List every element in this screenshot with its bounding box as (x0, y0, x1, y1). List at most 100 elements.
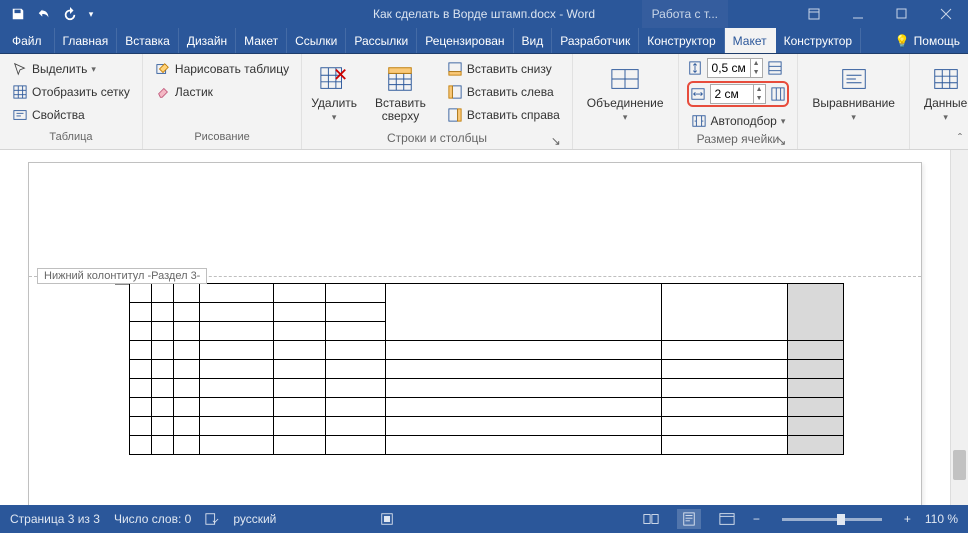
insert-right-icon (447, 107, 463, 123)
insert-right-button[interactable]: Вставить справа (443, 104, 564, 126)
bulb-icon: 💡 (895, 34, 910, 48)
maximize-button[interactable] (880, 0, 924, 28)
row-height-spinner[interactable]: ▲▼ (707, 58, 763, 78)
redo-button[interactable] (58, 2, 82, 26)
close-button[interactable] (924, 0, 968, 28)
up-arrow-icon[interactable]: ▲ (754, 85, 765, 94)
merge-icon (609, 63, 641, 95)
status-bar: Страница 3 из 3 Число слов: 0 русский − … (0, 505, 968, 533)
vertical-scrollbar[interactable] (950, 150, 968, 505)
merge-button[interactable]: Объединение (581, 58, 670, 128)
insert-below-icon (447, 61, 463, 77)
ribbon-tabs: Файл Главная Вставка Дизайн Макет Ссылки… (0, 28, 968, 54)
group-merge-label (581, 131, 670, 147)
tab-constructor2[interactable]: Конструктор (776, 28, 861, 53)
language-indicator[interactable]: русский (233, 512, 276, 526)
group-draw-label: Рисование (151, 131, 293, 147)
eraser-button[interactable]: Ластик (151, 81, 293, 103)
collapse-ribbon-button[interactable]: ˆ (958, 131, 962, 145)
distribute-rows-icon[interactable] (767, 60, 783, 76)
zoom-slider[interactable] (782, 518, 882, 521)
insert-left-label: Вставить слева (467, 85, 554, 99)
ribbon-options-button[interactable] (792, 0, 836, 28)
tab-developer[interactable]: Разработчик (552, 28, 639, 53)
distribute-columns-icon[interactable] (770, 86, 786, 102)
properties-button[interactable]: Свойства (8, 104, 134, 126)
down-arrow-icon[interactable]: ▼ (754, 94, 765, 103)
tab-design[interactable]: Дизайн (179, 28, 236, 53)
group-alignment-label (806, 131, 901, 147)
print-layout-button[interactable] (677, 509, 701, 529)
zoom-slider-knob[interactable] (837, 514, 845, 525)
insert-above-button[interactable]: Вставить сверху (364, 58, 437, 128)
select-button[interactable]: Выделить (8, 58, 134, 80)
alignment-button[interactable]: Выравнивание (806, 58, 901, 128)
cell-size-dialog-launcher[interactable]: ↘ (775, 135, 787, 147)
quick-access-toolbar: ▾ (0, 0, 98, 28)
ribbon: Выделить Отобразить сетку Свойства Табли… (0, 54, 968, 150)
window-controls (792, 0, 968, 28)
draw-table-button[interactable]: Нарисовать таблицу (151, 58, 293, 80)
tab-table-layout[interactable]: Макет (725, 28, 776, 53)
draw-table-label: Нарисовать таблицу (175, 62, 289, 76)
tab-mailings[interactable]: Рассылки (346, 28, 417, 53)
document-area: Нижний колонтитул -Раздел 3- ✥ (0, 150, 968, 505)
tell-me[interactable]: 💡 Помощь (887, 28, 968, 53)
view-gridlines-button[interactable]: Отобразить сетку (8, 81, 134, 103)
insert-above-label: Вставить сверху (370, 97, 431, 123)
select-label: Выделить (32, 62, 87, 76)
group-draw: Нарисовать таблицу Ластик Рисование (143, 54, 302, 149)
zoom-in-button[interactable]: + (904, 512, 911, 526)
rows-cols-dialog-launcher[interactable]: ↘ (550, 135, 562, 147)
tab-review[interactable]: Рецензирован (417, 28, 513, 53)
macro-icon[interactable] (380, 512, 394, 526)
autofit-button[interactable]: Автоподбор (687, 110, 790, 132)
tab-references[interactable]: Ссылки (287, 28, 346, 53)
eraser-label: Ластик (175, 85, 213, 99)
page-indicator[interactable]: Страница 3 из 3 (10, 512, 100, 526)
delete-button[interactable]: Удалить (310, 58, 358, 128)
tab-file[interactable]: Файл (0, 28, 55, 53)
read-mode-button[interactable] (639, 509, 663, 529)
footer-section-label: Нижний колонтитул -Раздел 3- (37, 268, 207, 284)
row-height-input[interactable] (708, 59, 750, 77)
tab-layout[interactable]: Макет (236, 28, 287, 53)
up-arrow-icon[interactable]: ▲ (751, 59, 762, 68)
eraser-icon (155, 84, 171, 100)
tab-view[interactable]: Вид (514, 28, 553, 53)
data-icon (930, 63, 962, 95)
minimize-button[interactable] (836, 0, 880, 28)
spellcheck-icon[interactable] (205, 512, 219, 526)
web-layout-button[interactable] (715, 509, 739, 529)
merge-label: Объединение (587, 97, 664, 110)
data-button[interactable]: Данные (918, 58, 968, 128)
title-bar: ▾ Как сделать в Ворде штамп.docx - Word … (0, 0, 968, 28)
down-arrow-icon[interactable]: ▼ (751, 68, 762, 77)
cursor-icon (12, 61, 28, 77)
document-title: Как сделать в Ворде штамп.docx - Word (373, 7, 595, 21)
tab-insert[interactable]: Вставка (117, 28, 179, 53)
page: Нижний колонтитул -Раздел 3- ✥ (28, 162, 922, 505)
document-canvas[interactable]: Нижний колонтитул -Раздел 3- ✥ (0, 150, 950, 505)
insert-left-button[interactable]: Вставить слева (443, 81, 564, 103)
save-button[interactable] (6, 2, 30, 26)
qat-customize[interactable]: ▾ (84, 2, 98, 26)
document-table[interactable] (129, 283, 844, 455)
column-width-input[interactable] (711, 85, 753, 103)
group-cell-size: ▲▼ ▲▼ Автоподбор (679, 54, 799, 149)
tab-home[interactable]: Главная (55, 28, 118, 53)
insert-left-icon (447, 84, 463, 100)
tab-table-design[interactable]: Конструктор (639, 28, 724, 53)
scrollbar-thumb[interactable] (953, 450, 966, 480)
zoom-out-button[interactable]: − (753, 512, 760, 526)
autofit-icon (691, 113, 707, 129)
row-height-icon (687, 60, 703, 76)
word-count[interactable]: Число слов: 0 (114, 512, 191, 526)
group-rows-columns: Удалить Вставить сверху Вставить снизу В… (302, 54, 573, 149)
group-cell-size-label: Размер ячейки ↘ (687, 132, 790, 147)
column-width-spinner[interactable]: ▲▼ (710, 84, 766, 104)
properties-label: Свойства (32, 108, 85, 122)
zoom-level[interactable]: 110 % (925, 512, 958, 526)
insert-below-button[interactable]: Вставить снизу (443, 58, 564, 80)
undo-button[interactable] (32, 2, 56, 26)
